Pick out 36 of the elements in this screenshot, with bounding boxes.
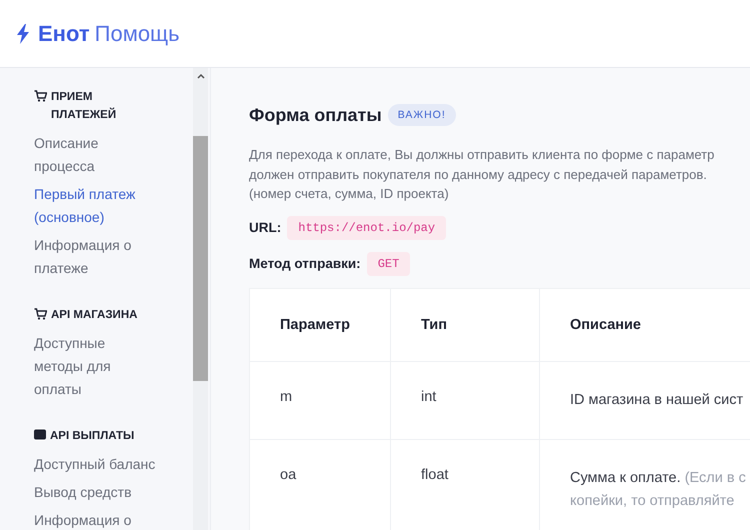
cart-icon bbox=[34, 308, 47, 320]
table-cell: m bbox=[250, 361, 390, 439]
table-cell: int bbox=[390, 361, 540, 439]
nav-link[interactable]: Вывод средств bbox=[34, 481, 193, 504]
field-label: Метод отправки: bbox=[249, 256, 361, 271]
field-label: URL: bbox=[249, 220, 282, 235]
table-cell-text: ID магазина в нашей сист bbox=[570, 392, 744, 408]
nav-link[interactable]: Доступный баланс bbox=[34, 453, 193, 476]
column-header: Описание bbox=[540, 288, 750, 361]
caret-up-icon bbox=[196, 72, 206, 80]
scrollbar-thumb[interactable] bbox=[193, 136, 208, 381]
column-header: Тип bbox=[390, 288, 540, 361]
table-cell: oa bbox=[250, 439, 390, 530]
column-header: Параметр bbox=[250, 288, 390, 361]
table-cell-text: Сумма к оплате. bbox=[570, 470, 681, 486]
important-badge: ВАЖНО! bbox=[388, 104, 456, 126]
scrollbar-track[interactable] bbox=[193, 68, 208, 530]
note-text: (Если в с bbox=[684, 470, 746, 486]
section-heading: API ВЫПЛАТЫ bbox=[50, 429, 134, 444]
logo-subtitle: Помощь bbox=[94, 20, 180, 46]
section-heading: ПРИЕМ ПЛАТЕЖЕЙ bbox=[51, 90, 116, 123]
logo-text: Енот bbox=[38, 20, 90, 46]
section-heading: API МАГАЗИНА bbox=[51, 308, 138, 323]
code-value: https://enot.io/pay bbox=[287, 216, 446, 240]
lightning-icon bbox=[16, 24, 30, 44]
description-text: Для перехода к оплате, Вы должны отправить клиента по форме с параметр должен отправить покупателя по данному адресу с передачей параметров. (номер счета, сумма, ID проекта) bbox=[249, 146, 716, 203]
nav-link[interactable]: Описание процесса bbox=[34, 132, 193, 178]
note-text: копейки, то отправляйте bbox=[570, 492, 734, 508]
code-value: GET bbox=[366, 252, 410, 276]
nav-link[interactable]: Доступные методы для оплаты bbox=[34, 332, 193, 401]
page-title: Форма оплаты bbox=[249, 104, 382, 126]
cart-icon bbox=[34, 90, 47, 102]
wallet-icon bbox=[34, 429, 46, 440]
nav-link[interactable]: Информация о bbox=[34, 509, 193, 530]
nav-link[interactable]: Первый платеж (основное) bbox=[34, 183, 193, 229]
nav-link[interactable]: Информация о платеже bbox=[34, 234, 193, 280]
